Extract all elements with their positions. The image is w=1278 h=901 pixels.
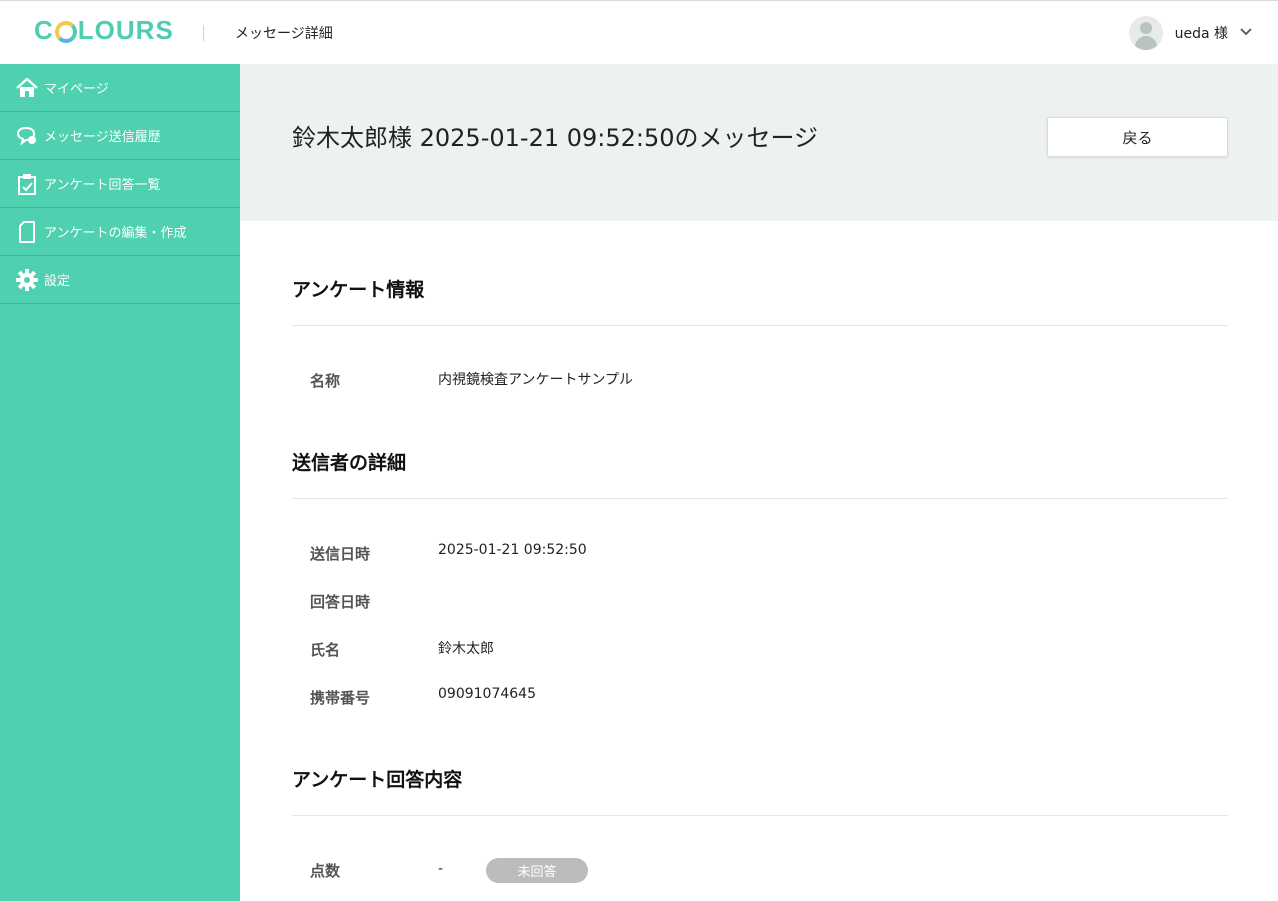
section-survey-info-title: アンケート情報 (292, 279, 425, 301)
score-label: 点数 (310, 862, 341, 880)
sidebar-item-survey-responses[interactable]: アンケート回答一覧 (0, 160, 240, 208)
sent-datetime-label: 送信日時 (310, 545, 371, 563)
name-label: 氏名 (310, 641, 341, 659)
clipboard-icon (16, 173, 38, 195)
phone-value: 09091074645 (438, 686, 536, 702)
top-header: C LOURS メッセージ詳細 ueda 様 (0, 0, 1278, 64)
survey-name-value: 内視鏡検査アンケートサンプル (438, 372, 634, 388)
score-value: - (438, 861, 444, 877)
sidebar-item-settings[interactable]: 設定 (0, 256, 240, 304)
phone-label: 携帯番号 (310, 689, 371, 707)
main-content: 鈴木太郎様 2025-01-21 09:52:50のメッセージ 戻る アンケート… (240, 64, 1278, 901)
document-icon (16, 220, 38, 243)
back-button[interactable]: 戻る (1047, 117, 1228, 157)
section-answers-title: アンケート回答内容 (292, 769, 463, 791)
user-name: ueda 様 (1174, 26, 1228, 42)
sidebar-item-label: メッセージ送信履歴 (44, 130, 161, 145)
sidebar-item-message-history[interactable]: メッセージ送信履歴 (0, 112, 240, 160)
survey-name-label: 名称 (310, 372, 341, 390)
sidebar-item-mypage[interactable]: マイページ (0, 64, 240, 112)
header-divider (203, 25, 204, 41)
logo-ring-icon (54, 20, 77, 43)
divider (292, 498, 1228, 499)
sent-datetime-value: 2025-01-21 09:52:50 (438, 542, 587, 558)
section-sender-title: 送信者の詳細 (292, 452, 407, 474)
chevron-down-icon[interactable] (1240, 28, 1252, 38)
sidebar-item-label: マイページ (44, 82, 109, 97)
answered-datetime-label: 回答日時 (310, 593, 371, 611)
home-icon (16, 77, 38, 99)
sidebar-item-label: 設定 (44, 274, 71, 289)
avatar (1128, 16, 1163, 50)
sidebar-item-survey-edit[interactable]: アンケートの編集・作成 (0, 208, 240, 256)
gear-icon (16, 268, 38, 291)
name-value: 鈴木太郎 (438, 641, 494, 657)
chat-icon (16, 125, 38, 147)
message-header-panel: 鈴木太郎様 2025-01-21 09:52:50のメッセージ 戻る (240, 64, 1278, 221)
sidebar-item-label: アンケート回答一覧 (44, 178, 161, 193)
sidebar-item-label: アンケートの編集・作成 (44, 226, 187, 241)
colours-logo[interactable]: C LOURS (34, 15, 174, 46)
page-title: メッセージ詳細 (235, 26, 333, 42)
user-menu[interactable]: ueda 様 (1128, 16, 1252, 50)
sidebar: マイページ メッセージ送信履歴 アンケート回答一覧 アンケートの編集・作成 設定 (0, 64, 240, 901)
divider (292, 325, 1228, 326)
message-title: 鈴木太郎様 2025-01-21 09:52:50のメッセージ (292, 124, 819, 152)
divider (292, 815, 1228, 816)
status-badge: 未回答 (486, 858, 588, 883)
